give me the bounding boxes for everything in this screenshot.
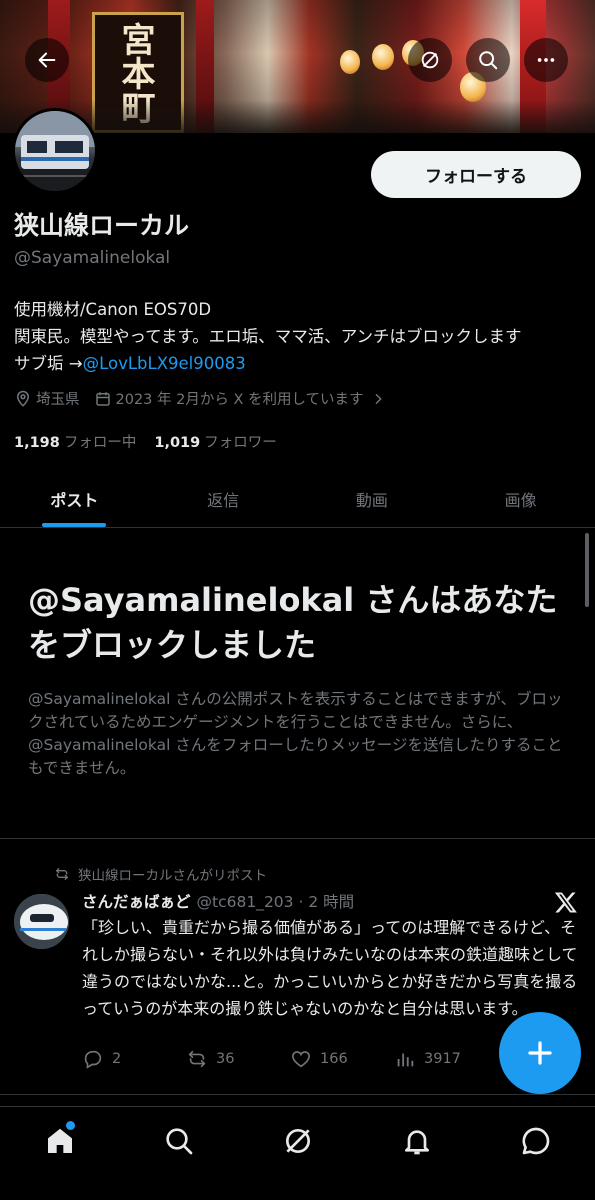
profile-avatar[interactable] <box>12 108 98 194</box>
more-icon <box>537 58 555 62</box>
repost-icon <box>188 1050 206 1068</box>
followers-count: 1,019 <box>154 435 201 451</box>
profile-bio: 使用機材/Canon EOS70D 関東民。模型やってます。エロ垢、ママ活、アン… <box>14 296 522 377</box>
location: 埼玉県 <box>14 388 80 409</box>
blocked-description: @Sayamalinelokal さんの公開ポストを表示することはできますが、ブ… <box>28 690 563 777</box>
bio-line: 関東民。模型やってます。エロ垢、ママ活、アンチはブロックします <box>14 327 522 346</box>
tab-label: 動画 <box>355 490 388 510</box>
heart-icon <box>291 1051 311 1068</box>
like-count: 166 <box>320 1051 348 1067</box>
followers-link[interactable]: 1,019 フォロワー <box>154 431 276 452</box>
reply-count: 2 <box>112 1051 122 1067</box>
repost-label: 狭山線ローカルさんがリポスト <box>78 868 267 884</box>
repost-indicator: 狭山線ローカルさんがリポスト <box>54 864 267 884</box>
following-count: 1,198 <box>14 435 60 451</box>
chevron-right-icon <box>375 393 382 404</box>
tab-label: 画像 <box>504 490 537 510</box>
tweet-author-handle-time: @tc681_203 · 2 時間 <box>196 893 355 911</box>
tab-replies[interactable]: 返信 <box>149 470 298 527</box>
nav-home[interactable] <box>0 1107 119 1200</box>
profile-handle: @Sayamalinelokal <box>14 248 171 268</box>
tab-label: 返信 <box>207 490 240 510</box>
tab-images[interactable]: 画像 <box>446 470 595 527</box>
tweet-text: 「珍しい、貴重だから撮る価値がある」ってのは理解できるけど、それしか撮らない・そ… <box>82 918 578 1018</box>
search-button[interactable] <box>466 38 510 82</box>
tab-posts[interactable]: ポスト <box>0 470 149 527</box>
profile-stats: 1,198 フォロー中 1,019 フォロワー <box>14 431 295 452</box>
search-icon <box>165 1128 192 1155</box>
bio-subaccount-link[interactable]: @LovLbLX9el90083 <box>83 354 246 373</box>
active-tab-indicator <box>42 523 107 527</box>
train-photo <box>15 111 95 191</box>
grok-button[interactable] <box>408 38 452 82</box>
notification-dot <box>66 1121 75 1130</box>
notifications-icon <box>404 1130 429 1155</box>
tweet-header: さんだぁばぁど @tc681_203 · 2 時間 <box>82 890 354 912</box>
bio-line: サブ垢 →@LovLbLX9el90083 <box>14 350 522 377</box>
bottom-navigation <box>0 1106 595 1200</box>
joined-text: 2023 年 2月から X を利用しています <box>115 392 364 408</box>
repost-icon <box>56 868 68 880</box>
location-pin-icon <box>16 390 30 407</box>
views-chart-icon <box>397 1053 414 1067</box>
bio-subaccount-prefix: サブ垢 → <box>14 354 83 373</box>
scrollbar[interactable] <box>585 533 589 607</box>
following-link[interactable]: 1,198 フォロー中 <box>14 431 136 452</box>
repost-button[interactable]: 36 <box>186 1048 290 1070</box>
reply-icon <box>84 1050 102 1069</box>
location-text: 埼玉県 <box>36 392 80 408</box>
reply-button[interactable]: 2 <box>82 1048 186 1070</box>
following-label: フォロー中 <box>63 435 137 451</box>
calendar-icon <box>95 391 110 406</box>
nav-grok[interactable] <box>238 1107 357 1200</box>
more-button[interactable] <box>524 38 568 82</box>
followers-label: フォロワー <box>204 435 277 451</box>
back-button[interactable] <box>25 38 69 82</box>
views-button[interactable]: 3917 <box>394 1048 498 1070</box>
profile-tabs: ポスト 返信 動画 画像 <box>0 470 595 528</box>
bio-line: 使用機材/Canon EOS70D <box>14 300 212 319</box>
like-button[interactable]: 166 <box>290 1048 394 1070</box>
messages-icon <box>522 1127 549 1155</box>
tab-label: ポスト <box>50 490 99 510</box>
back-arrow-icon <box>38 52 56 68</box>
train-photo <box>14 894 69 949</box>
plus-icon <box>528 1041 552 1065</box>
blocked-title: @Sayamalinelokal さんはあなたをブロックしました <box>28 581 558 664</box>
nav-messages[interactable] <box>476 1107 595 1200</box>
tweet-author-name[interactable]: さんだぁばぁど <box>82 890 191 912</box>
divider <box>0 838 595 839</box>
repost-count: 36 <box>216 1051 235 1067</box>
follow-button[interactable]: フォローする <box>371 151 581 198</box>
compose-post-button[interactable] <box>499 1012 581 1094</box>
nav-notifications[interactable] <box>357 1107 476 1200</box>
grok-icon <box>421 51 439 69</box>
search-icon <box>479 51 498 70</box>
profile-meta: 埼玉県 2023 年 2月から X を利用しています <box>14 388 404 409</box>
nav-search[interactable] <box>119 1107 238 1200</box>
profile-display-name: 狭山線ローカル <box>14 211 190 240</box>
grok-icon <box>285 1129 310 1153</box>
tab-videos[interactable]: 動画 <box>298 470 447 527</box>
tweet-avatar[interactable] <box>14 894 69 949</box>
joined-date[interactable]: 2023 年 2月から X を利用しています <box>94 388 390 409</box>
divider <box>0 1094 595 1095</box>
tweet-actions: 2 36 166 3917 <box>82 1048 498 1070</box>
views-count: 3917 <box>424 1051 461 1067</box>
